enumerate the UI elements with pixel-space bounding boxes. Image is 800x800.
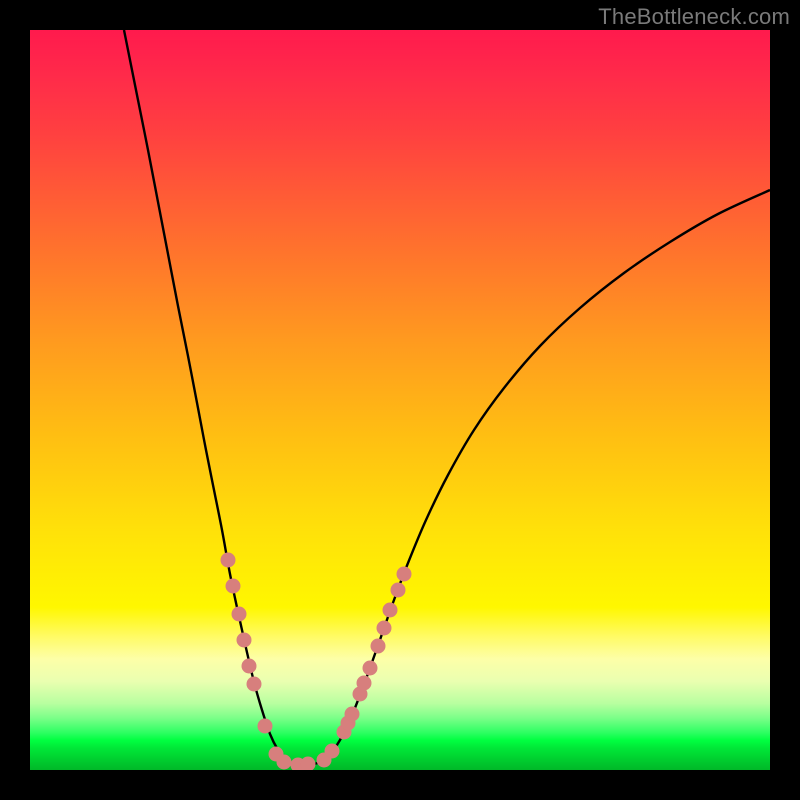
data-dot (226, 579, 241, 594)
data-dot (325, 744, 340, 759)
data-dot (371, 639, 386, 654)
data-dot (277, 755, 292, 770)
watermark-text: TheBottleneck.com (598, 4, 790, 30)
data-dot (377, 621, 392, 636)
data-dot (391, 583, 406, 598)
data-dots (221, 553, 412, 771)
data-dot (397, 567, 412, 582)
data-dot (345, 707, 360, 722)
data-dot (357, 676, 372, 691)
chart-frame: TheBottleneck.com (0, 0, 800, 800)
data-dot (237, 633, 252, 648)
data-dot (242, 659, 257, 674)
data-dot (258, 719, 273, 734)
chart-svg (30, 30, 770, 770)
data-dot (247, 677, 262, 692)
plot-area (30, 30, 770, 770)
data-dot (221, 553, 236, 568)
data-dot (363, 661, 378, 676)
data-dot (232, 607, 247, 622)
data-dot (383, 603, 398, 618)
bottleneck-curve (124, 30, 770, 765)
data-dot (301, 757, 316, 771)
